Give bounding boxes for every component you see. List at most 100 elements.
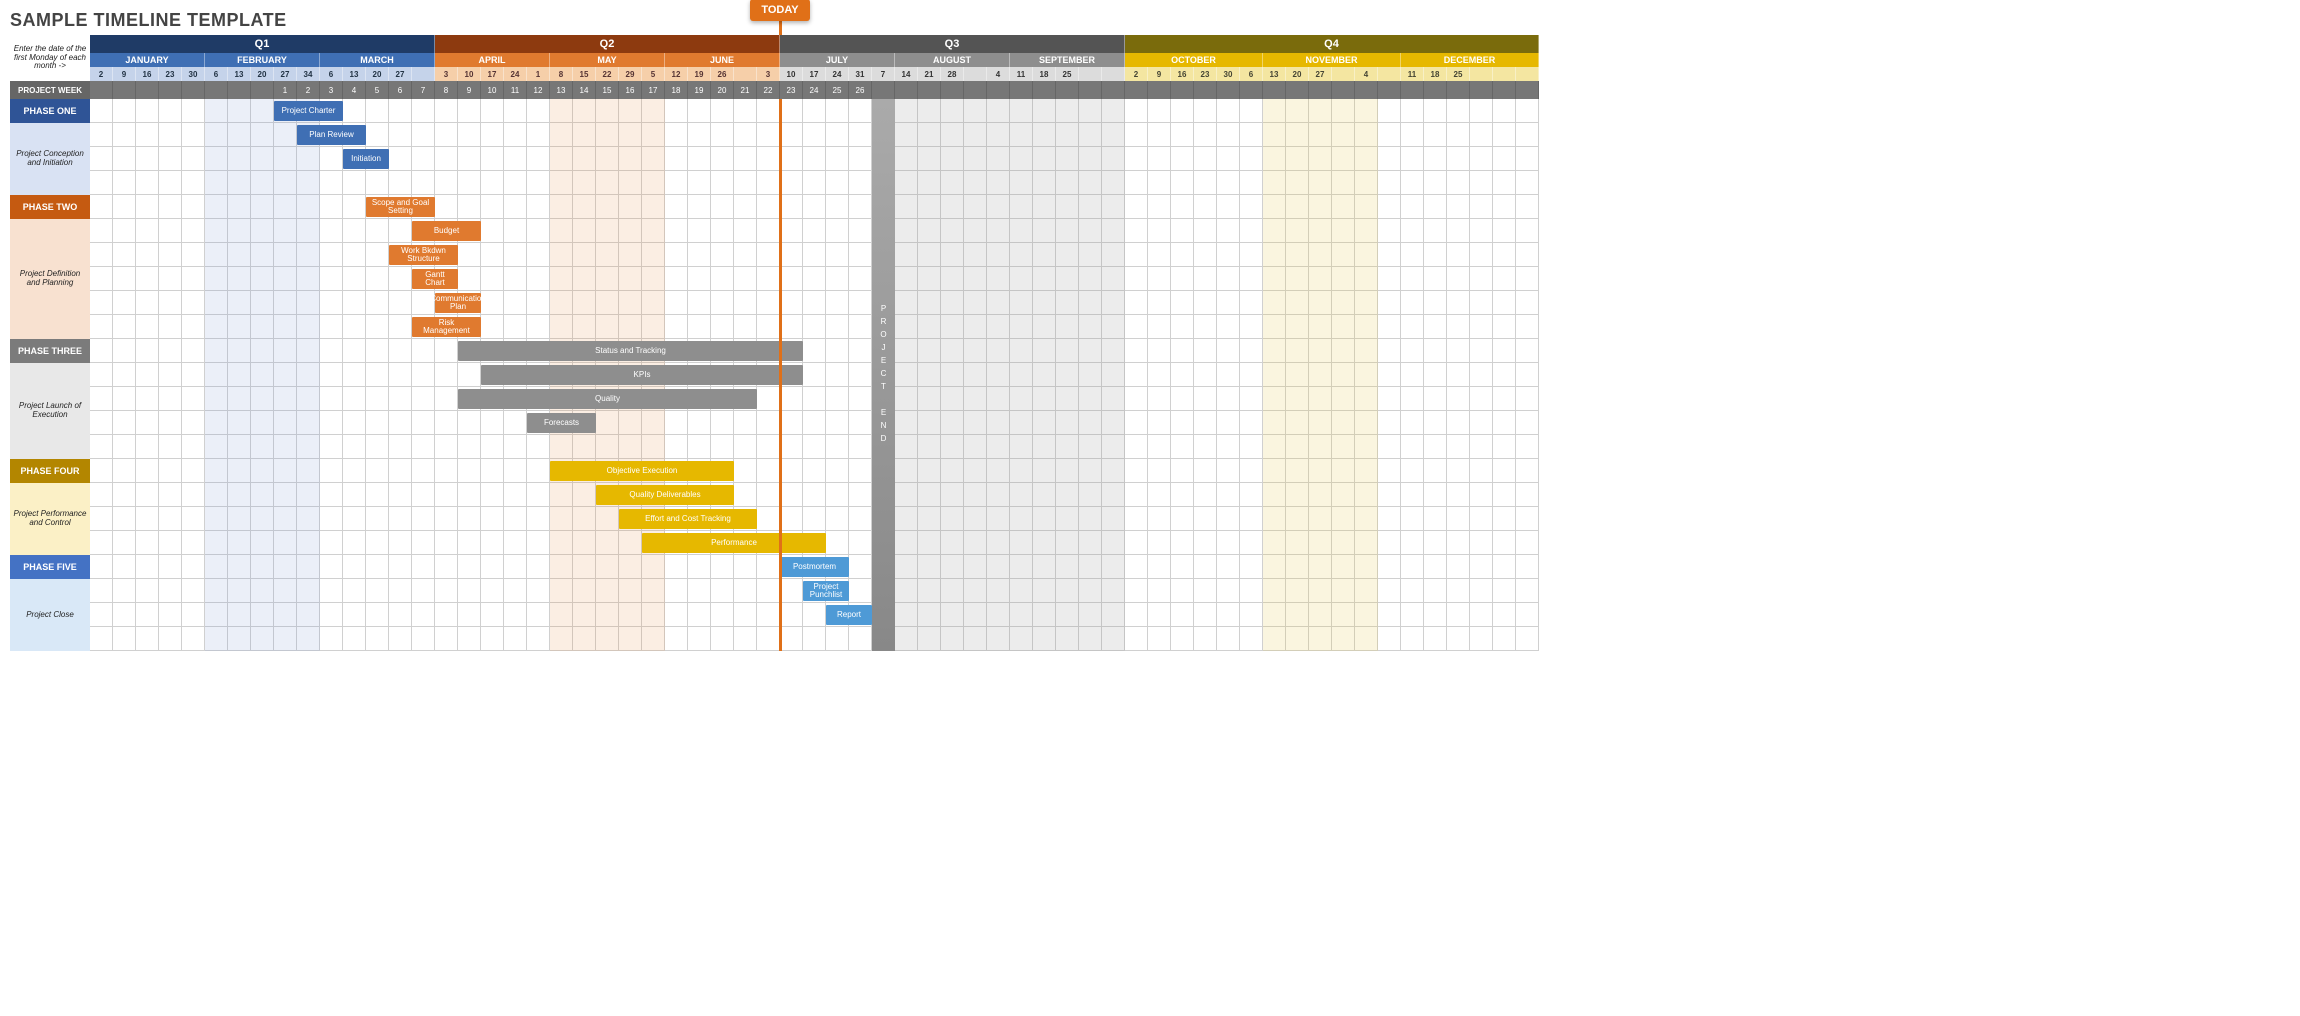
task-bar[interactable]: Scope and Goal Setting [366, 197, 435, 217]
day-cell: 23 [159, 67, 182, 81]
day-cell: 18 [1033, 67, 1056, 81]
project-week-cell: 21 [734, 81, 757, 99]
project-week-cell: 11 [504, 81, 527, 99]
day-cell [1493, 67, 1516, 81]
month-december: DECEMBER [1401, 53, 1539, 67]
day-cell: 9 [1148, 67, 1171, 81]
project-week-cell: 12 [527, 81, 550, 99]
day-cell: 22 [596, 67, 619, 81]
day-cell: 16 [136, 67, 159, 81]
day-cell: 13 [343, 67, 366, 81]
project-week-cell [941, 81, 964, 99]
day-cell: 3 [757, 67, 780, 81]
project-week-cell [1056, 81, 1079, 99]
project-week-cell [1102, 81, 1125, 99]
project-week-cell [113, 81, 136, 99]
task-bar[interactable]: Project Punchlist [803, 581, 849, 601]
phase-desc: Project Launch of Execution [10, 363, 90, 459]
day-cell [1516, 67, 1539, 81]
task-bar[interactable]: Work Bkdwn Structure [389, 245, 458, 265]
project-week-cell: 15 [596, 81, 619, 99]
day-cell: 24 [826, 67, 849, 81]
day-cell: 5 [642, 67, 665, 81]
month-august: AUGUST [895, 53, 1010, 67]
day-cell: 26 [711, 67, 734, 81]
quarter-q2: Q2 [435, 35, 780, 53]
day-cell: 21 [918, 67, 941, 81]
day-cell: 7 [872, 67, 895, 81]
day-cell: 8 [550, 67, 573, 81]
project-week-cell [1447, 81, 1470, 99]
day-cell: 6 [205, 67, 228, 81]
header-days: 2916233061320273461320273101724181522295… [10, 67, 1539, 81]
quarter-q1: Q1 [90, 35, 435, 53]
day-cell [1332, 67, 1355, 81]
project-week-cell [1125, 81, 1148, 99]
task-bar[interactable]: Quality Deliverables [596, 485, 734, 505]
project-week-cell: 1 [274, 81, 297, 99]
task-bar[interactable]: Communication Plan [435, 293, 481, 313]
month-october: OCTOBER [1125, 53, 1263, 67]
day-cell [1079, 67, 1102, 81]
task-bar[interactable]: Effort and Cost Tracking [619, 509, 757, 529]
project-week-cell [1263, 81, 1286, 99]
day-cell: 9 [113, 67, 136, 81]
project-week-label: PROJECT WEEK [10, 81, 90, 99]
day-cell [1102, 67, 1125, 81]
day-cell: 14 [895, 67, 918, 81]
project-week-cell [1309, 81, 1332, 99]
project-week-cell [918, 81, 941, 99]
project-week-row: PROJECT WEEK 123456789101112131415161718… [10, 81, 1539, 99]
task-bar[interactable]: Performance [642, 533, 826, 553]
header-months: JANUARYFEBRUARYMARCHAPRILMAYJUNEJULYAUGU… [10, 53, 1539, 67]
project-week-cell [182, 81, 205, 99]
task-bar[interactable]: Forecasts [527, 413, 596, 433]
month-february: FEBRUARY [205, 53, 320, 67]
project-week-cell [1332, 81, 1355, 99]
project-week-cell: 10 [481, 81, 504, 99]
task-bar[interactable]: Project Charter [274, 101, 343, 121]
project-end-marker: PROJECT END [872, 99, 895, 651]
task-bar[interactable]: Quality [458, 389, 757, 409]
day-cell: 2 [1125, 67, 1148, 81]
today-line [779, 99, 782, 651]
gantt-chart: TODAY Enter the date of the first Monday… [10, 35, 1539, 651]
project-week-cell [1516, 81, 1539, 99]
project-week-cell [159, 81, 182, 99]
project-week-cell: 23 [780, 81, 803, 99]
day-cell: 12 [665, 67, 688, 81]
project-week-cell: 7 [412, 81, 435, 99]
task-bar[interactable]: Report [826, 605, 872, 625]
task-bar[interactable]: Plan Review [297, 125, 366, 145]
day-cell: 10 [458, 67, 481, 81]
project-week-cell: 2 [297, 81, 320, 99]
task-bar[interactable]: Initiation [343, 149, 389, 169]
project-week-cell: 6 [389, 81, 412, 99]
project-week-cell: 26 [849, 81, 872, 99]
project-week-cell [90, 81, 113, 99]
day-cell: 6 [320, 67, 343, 81]
day-cell: 23 [1194, 67, 1217, 81]
date-hint: Enter the date of the first Monday of ea… [10, 35, 90, 81]
project-week-cell [895, 81, 918, 99]
phase-header: PHASE THREE [10, 339, 90, 363]
month-june: JUNE [665, 53, 780, 67]
project-week-cell: 18 [665, 81, 688, 99]
task-bar[interactable]: Status and Tracking [458, 341, 803, 361]
day-cell [1470, 67, 1493, 81]
day-cell: 2 [90, 67, 113, 81]
day-cell: 10 [780, 67, 803, 81]
project-week-cell [1194, 81, 1217, 99]
project-week-cell [228, 81, 251, 99]
task-bar[interactable]: Gantt Chart [412, 269, 458, 289]
day-cell: 13 [228, 67, 251, 81]
day-cell: 3 [435, 67, 458, 81]
task-bar[interactable]: KPIs [481, 365, 803, 385]
task-bar[interactable]: Postmortem [780, 557, 849, 577]
day-cell: 15 [573, 67, 596, 81]
task-bar[interactable]: Budget [412, 221, 481, 241]
task-bar[interactable]: Risk Management [412, 317, 481, 337]
phase-desc: Project Conception and Initiation [10, 123, 90, 195]
task-bar[interactable]: Objective Execution [550, 461, 734, 481]
day-cell: 19 [688, 67, 711, 81]
